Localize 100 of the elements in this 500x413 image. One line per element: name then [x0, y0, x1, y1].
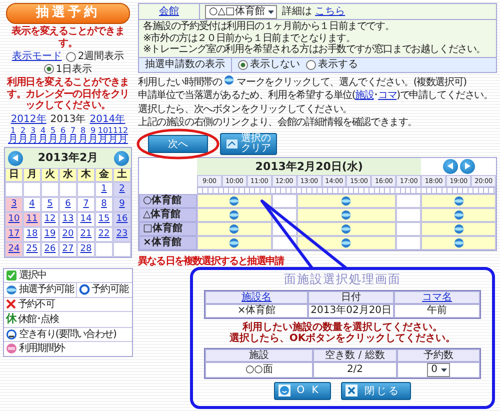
- calendar-day[interactable]: 26: [41, 242, 59, 256]
- lottery-icon: [224, 74, 234, 84]
- radio-label: 表示しない: [250, 58, 300, 70]
- calendar-day[interactable]: 9: [113, 196, 131, 212]
- instruction-text: 上記の施設の右側のリンクより、会館の詳細情報を確認できます。: [138, 117, 418, 128]
- lottery-slot[interactable]: [197, 222, 272, 236]
- lottery-slot[interactable]: [197, 208, 272, 222]
- instruction-text: マークをクリックして、選んでください。(複数選択可): [236, 76, 466, 88]
- calendar-day[interactable]: 21: [77, 226, 95, 242]
- instruction-text: 選択したら、次へボタンをクリックしてください。: [138, 104, 353, 115]
- column-header: 空き数 / 総数: [313, 348, 397, 362]
- lottery-icon: [229, 238, 240, 248]
- hall-link[interactable]: 会館: [159, 6, 179, 18]
- calendar-day[interactable]: 4: [23, 196, 41, 212]
- notice-text: ※トレーニング室の利用を希望される方はお手数ですが窓口までお越しください。: [143, 44, 486, 56]
- calendar-day[interactable]: 25: [23, 242, 41, 256]
- text-link[interactable]: コマ: [378, 90, 397, 101]
- lottery-slot[interactable]: [421, 222, 496, 236]
- calendar-day[interactable]: 23: [113, 226, 131, 242]
- display-mode-link[interactable]: 表示モード: [12, 51, 62, 62]
- previous-day-button[interactable]: [442, 158, 458, 174]
- notice-text: ※市外の方は２０日前から１日前までとなります。: [143, 32, 356, 44]
- radio-label: 1日表示: [56, 64, 92, 75]
- weekday-header: 水: [59, 168, 77, 182]
- year-link[interactable]: 2012年: [10, 114, 46, 125]
- calendar-day[interactable]: 10: [5, 212, 23, 226]
- calendar-day[interactable]: 28: [77, 242, 95, 256]
- calendar-day[interactable]: 27: [59, 242, 77, 256]
- count-select[interactable]: 0: [427, 362, 450, 377]
- table-cell: 午前: [394, 304, 480, 318]
- notice-text: 各施設の予約受付は利用日の１ヶ月前から１日前までです。: [143, 21, 396, 32]
- clear-selection-button[interactable]: 選択の クリア: [220, 132, 277, 154]
- lottery-icon: [229, 224, 240, 234]
- lottery-slot[interactable]: [296, 222, 396, 236]
- facility-name: ○体育館: [139, 194, 197, 208]
- facility-name: ×体育館: [139, 236, 197, 250]
- dialog-message: 利用したい施設の数量を選択してください。: [242, 322, 444, 333]
- calendar-day[interactable]: 2: [113, 182, 131, 196]
- lottery-slot[interactable]: [421, 208, 496, 222]
- hint-text: 表示を変えることができます。: [10, 26, 126, 49]
- smiley-icon: [278, 384, 291, 398]
- calendar-day[interactable]: 7: [77, 196, 95, 212]
- lottery-icon: [341, 210, 352, 220]
- facility-name: □体育館: [139, 222, 197, 236]
- radio-button[interactable]: [44, 64, 54, 74]
- lottery-slot[interactable]: [296, 194, 396, 208]
- detail-link[interactable]: こちら: [315, 6, 346, 17]
- calendar-day[interactable]: 1: [95, 182, 113, 196]
- radio-button[interactable]: [66, 52, 76, 62]
- calendar-day[interactable]: 5: [41, 196, 59, 212]
- legend-label: 抽選予約可能: [19, 284, 74, 296]
- calendar-day[interactable]: 17: [5, 226, 23, 242]
- next-month-button[interactable]: [114, 150, 128, 166]
- calendar-day[interactable]: 13: [59, 212, 77, 226]
- dialog-message: 選択したら、OKボタンをクリックしてください。: [229, 333, 456, 345]
- text-link[interactable]: 施設: [355, 90, 374, 101]
- facility-select[interactable]: ○△□体育館: [205, 4, 277, 18]
- legend-label: 空き有り(要問い合わせ): [19, 328, 116, 340]
- year-link[interactable]: 2014年: [90, 114, 126, 125]
- lottery-icon: [454, 238, 464, 248]
- left-arrow-icon: [446, 162, 454, 170]
- instruction-text: 利用したい時間帯の: [138, 76, 222, 88]
- lottery-slot[interactable]: [296, 208, 396, 222]
- previous-month-button[interactable]: [8, 150, 22, 166]
- radio-label: 2週間表示: [78, 51, 124, 62]
- lottery-slot[interactable]: [421, 236, 496, 250]
- next-day-button[interactable]: [460, 158, 475, 174]
- calendar-day[interactable]: 16: [113, 212, 131, 226]
- lottery-slot[interactable]: [197, 236, 272, 250]
- calendar-day[interactable]: 22: [95, 226, 113, 242]
- right-arrow-icon: [464, 162, 471, 170]
- calendar-day[interactable]: 14: [77, 212, 95, 226]
- radio-button[interactable]: [306, 60, 316, 70]
- calendar-day[interactable]: 11: [23, 212, 41, 226]
- column-header: 施設: [205, 348, 314, 362]
- lottery-icon: [229, 196, 240, 206]
- instruction-text: 申請単位で当落選があるため、利用を希望する単位(施設･コマ)で申請してください。: [138, 90, 494, 102]
- calendar-day[interactable]: 6: [59, 196, 77, 212]
- calendar-day[interactable]: 20: [59, 226, 77, 242]
- calendar-day[interactable]: 3: [5, 196, 23, 212]
- lottery-icon: [454, 210, 464, 220]
- calendar-day[interactable]: 12: [41, 212, 59, 226]
- right-arrow-icon: [118, 154, 124, 162]
- next-button[interactable]: 次へ: [148, 134, 208, 152]
- lottery-icon: [454, 196, 464, 206]
- radio-button[interactable]: [238, 60, 248, 70]
- current-year: 2013年: [50, 114, 86, 125]
- lottery-icon: [454, 224, 464, 234]
- caret-icon: [440, 366, 448, 374]
- calendar-day[interactable]: 19: [41, 226, 59, 242]
- legend-label: 予約可能: [92, 284, 128, 296]
- calendar-day[interactable]: 18: [23, 226, 41, 242]
- table-cell: 2013年02月20日: [308, 304, 394, 318]
- weekday-header: 金: [95, 168, 113, 182]
- lottery-slot[interactable]: [421, 194, 496, 208]
- cross-icon: [6, 299, 16, 310]
- calendar-day[interactable]: 24: [5, 242, 23, 256]
- calendar-day[interactable]: 8: [95, 196, 113, 212]
- facility-name: △体育館: [139, 208, 197, 222]
- calendar-day[interactable]: 15: [95, 212, 113, 226]
